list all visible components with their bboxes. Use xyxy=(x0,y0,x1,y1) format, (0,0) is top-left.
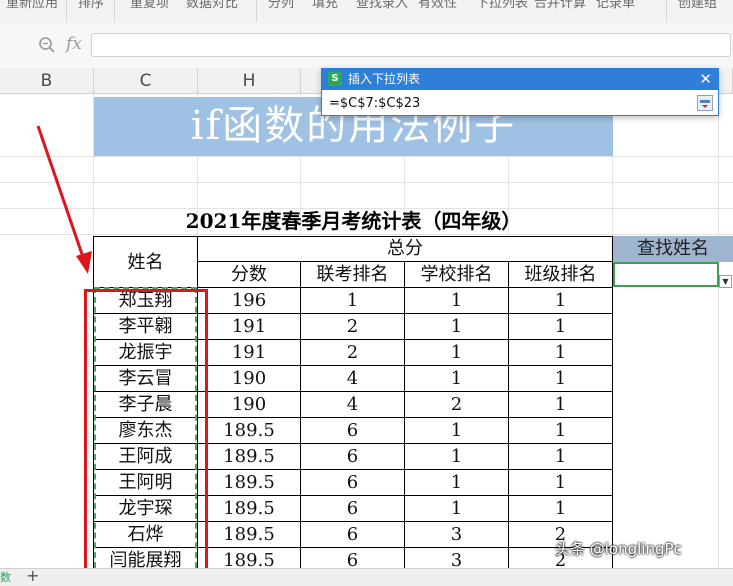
annotation-arrow-icon xyxy=(36,125,92,274)
name-header: 姓名 xyxy=(93,236,198,288)
school-rank-cell[interactable]: 1 xyxy=(405,496,509,522)
joint-rank-cell[interactable]: 6 xyxy=(301,444,405,470)
joint-rank-cell[interactable]: 6 xyxy=(301,470,405,496)
joint-rank-cell[interactable]: 2 xyxy=(301,340,405,366)
joint-rank-cell[interactable]: 4 xyxy=(301,392,405,418)
score-cell[interactable]: 196 xyxy=(198,288,301,314)
wps-logo-icon: S xyxy=(328,72,342,86)
total-header: 总分 xyxy=(198,236,613,262)
class-rank-cell[interactable]: 1 xyxy=(509,366,613,392)
grid-line xyxy=(0,156,733,157)
toolbar-divider xyxy=(114,0,115,22)
class-rank-cell[interactable]: 1 xyxy=(509,418,613,444)
score-cell[interactable]: 189.5 xyxy=(198,444,301,470)
score-cell[interactable]: 190 xyxy=(198,366,301,392)
toolbar-divider xyxy=(66,0,67,22)
toolbar-divider xyxy=(666,0,667,22)
class-rank-cell[interactable]: 1 xyxy=(509,288,613,314)
table-title: 2021年度春季月考统计表（四年级） xyxy=(185,209,522,233)
score-cell[interactable]: 191 xyxy=(198,314,301,340)
data-compare-button[interactable]: 数据对比 xyxy=(186,0,238,11)
zoom-icon[interactable] xyxy=(38,36,56,54)
score-cell[interactable]: 189.5 xyxy=(198,522,301,548)
score-cell[interactable]: 189.5 xyxy=(198,548,301,568)
joint-rank-cell[interactable]: 4 xyxy=(301,366,405,392)
school-rank-cell[interactable]: 1 xyxy=(405,314,509,340)
column-header-c[interactable]: C xyxy=(94,68,198,94)
formula-bar: fx xyxy=(0,24,733,69)
school-rank-cell[interactable]: 1 xyxy=(405,470,509,496)
add-sheet-icon[interactable]: + xyxy=(26,567,39,584)
fx-icon[interactable]: fx xyxy=(66,34,82,54)
spreadsheet-grid[interactable]: if函数的用法例子 2021年度春季月考统计表（四年级） 姓名 总分 分数 联考… xyxy=(0,94,733,568)
school-rank-cell[interactable]: 1 xyxy=(405,366,509,392)
search-name-label: 查找姓名 xyxy=(613,236,733,262)
column-header-b[interactable]: B xyxy=(0,68,94,94)
joint-rank-cell[interactable]: 6 xyxy=(301,418,405,444)
chevron-down-icon[interactable]: ▼ xyxy=(719,275,732,288)
consolidate-button[interactable]: 合并计算 xyxy=(534,0,586,11)
class-rank-cell[interactable]: 1 xyxy=(509,496,613,522)
validation-button[interactable]: 有效性 xyxy=(418,0,457,11)
duplicates-button[interactable]: 重复项 xyxy=(130,0,169,11)
school-rank-cell[interactable]: 1 xyxy=(405,340,509,366)
school-rank-cell[interactable]: 2 xyxy=(405,392,509,418)
insert-dropdown-dialog[interactable]: S 插入下拉列表 ✕ =$C$7:$C$23 xyxy=(321,68,719,116)
class-rank-cell[interactable]: 1 xyxy=(509,470,613,496)
class-rank-cell[interactable]: 1 xyxy=(509,444,613,470)
joint-rank-header: 联考排名 xyxy=(301,262,405,288)
ribbon-toolbar: 重新应用 排序 重复项 数据对比 分列 填充 查找录入 有效性 下拉列表 合并计… xyxy=(0,0,733,25)
column-header-h[interactable]: H xyxy=(198,68,301,94)
dialog-title: 插入下拉列表 xyxy=(348,72,421,86)
score-header: 分数 xyxy=(198,262,301,288)
school-rank-cell[interactable]: 3 xyxy=(405,548,509,568)
lookup-entry-button[interactable]: 查找录入 xyxy=(356,0,408,11)
school-rank-header: 学校排名 xyxy=(405,262,509,288)
dropdown-list-button[interactable]: 下拉列表 xyxy=(476,0,528,11)
toolbar-divider xyxy=(256,0,257,22)
fill-button[interactable]: 填充 xyxy=(312,0,338,11)
school-rank-cell[interactable]: 1 xyxy=(405,418,509,444)
grid-line xyxy=(718,94,719,568)
formula-input[interactable] xyxy=(91,33,731,57)
school-rank-cell[interactable]: 1 xyxy=(405,444,509,470)
school-rank-cell[interactable]: 1 xyxy=(405,288,509,314)
text-to-columns-button[interactable]: 分列 xyxy=(268,0,294,11)
range-input[interactable]: =$C$7:$C$23 xyxy=(329,94,693,113)
class-rank-cell[interactable]: 1 xyxy=(509,392,613,418)
annotation-red-box xyxy=(84,289,208,568)
dialog-title-bar[interactable]: S 插入下拉列表 ✕ xyxy=(322,69,718,90)
search-name-cell[interactable] xyxy=(613,262,719,287)
joint-rank-cell[interactable]: 6 xyxy=(301,496,405,522)
score-cell[interactable]: 189.5 xyxy=(198,470,301,496)
close-icon[interactable]: ✕ xyxy=(699,69,712,90)
watermark: 头条 @longlingPc xyxy=(555,540,682,558)
joint-rank-cell[interactable]: 1 xyxy=(301,288,405,314)
sort-button[interactable]: 排序 xyxy=(78,0,104,11)
sheet-tab[interactable]: 数 xyxy=(0,569,11,586)
joint-rank-cell[interactable]: 2 xyxy=(301,314,405,340)
record-form-button[interactable]: 记录单 xyxy=(596,0,635,11)
school-rank-cell[interactable]: 3 xyxy=(405,522,509,548)
class-rank-cell[interactable]: 1 xyxy=(509,340,613,366)
joint-rank-cell[interactable]: 6 xyxy=(301,548,405,568)
score-cell[interactable]: 190 xyxy=(198,392,301,418)
reapply-button[interactable]: 重新应用 xyxy=(6,0,58,11)
class-rank-header: 班级排名 xyxy=(509,262,613,288)
score-cell[interactable]: 191 xyxy=(198,340,301,366)
create-group-button[interactable]: 创建组 xyxy=(678,0,717,11)
joint-rank-cell[interactable]: 6 xyxy=(301,522,405,548)
status-bar: 数 + xyxy=(0,567,733,586)
class-rank-cell[interactable]: 1 xyxy=(509,314,613,340)
collapse-dialog-icon[interactable] xyxy=(697,95,713,111)
score-cell[interactable]: 189.5 xyxy=(198,496,301,522)
score-cell[interactable]: 189.5 xyxy=(198,418,301,444)
grid-line xyxy=(0,182,733,183)
